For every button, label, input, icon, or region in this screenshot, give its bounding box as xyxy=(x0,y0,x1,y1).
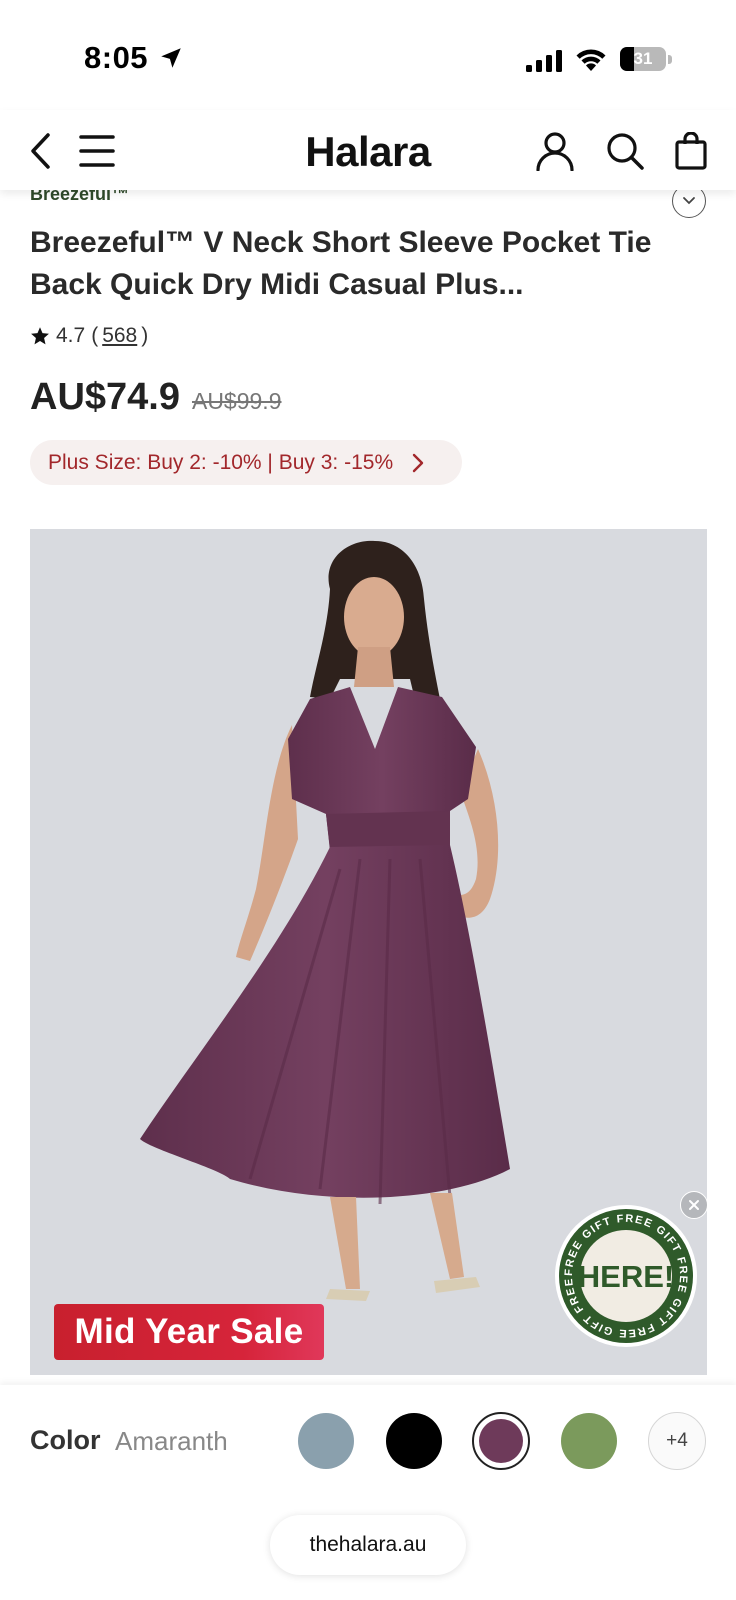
battery-icon: 31 xyxy=(620,47,672,71)
sale-tag: Mid Year Sale xyxy=(54,1304,324,1360)
chevron-right-icon xyxy=(412,453,424,472)
bag-icon[interactable] xyxy=(670,130,712,172)
product-title: Breezeful™ V Neck Short Sleeve Pocket Ti… xyxy=(30,226,652,301)
close-icon[interactable] xyxy=(680,1191,708,1219)
browser-url-bar[interactable]: thehalara.au xyxy=(270,1515,466,1575)
rating-close-paren: ) xyxy=(141,324,149,347)
promo-banner[interactable]: Plus Size: Buy 2: -10% | Buy 3: -15% xyxy=(30,440,462,485)
star-icon xyxy=(31,327,49,345)
menu-icon[interactable] xyxy=(76,130,118,172)
selected-color-name: Amaranth xyxy=(115,1426,228,1456)
free-gift-badge[interactable]: FREE GIFT FREE GIFT FREE GIFT FREE GIFT … xyxy=(553,1203,699,1349)
location-arrow-icon xyxy=(161,48,181,68)
swatch-amaranth[interactable] xyxy=(472,1412,530,1470)
site-header: Halara xyxy=(0,110,736,190)
price-row: AU$74.9 AU$99.9 xyxy=(30,376,282,419)
color-selector-bar: Color Amaranth +4 thehalara.au xyxy=(0,1385,736,1600)
promo-text: Plus Size: Buy 2: -10% | Buy 3: -15% xyxy=(48,450,394,474)
rating-open-paren: ( xyxy=(91,324,99,347)
swatch-sage-green[interactable] xyxy=(560,1412,618,1470)
status-time: 8:05 xyxy=(84,40,149,75)
account-icon[interactable] xyxy=(534,130,576,172)
current-price: AU$74.9 xyxy=(30,376,180,418)
rating-value: 4.7 xyxy=(56,324,86,347)
review-count-link[interactable]: 568 xyxy=(102,324,137,348)
status-bar: 8:05 31 xyxy=(0,0,736,110)
back-icon[interactable] xyxy=(20,130,62,172)
color-label: Color xyxy=(30,1425,101,1455)
search-icon[interactable] xyxy=(604,130,646,172)
more-colors-button[interactable]: +4 xyxy=(648,1412,706,1470)
battery-level: 31 xyxy=(633,49,653,68)
original-price: AU$99.9 xyxy=(191,388,282,414)
gift-badge-main-text: HERE! xyxy=(578,1259,674,1294)
rating-row: 4.7 ( 568 ) xyxy=(30,324,148,348)
cellular-signal-icon xyxy=(526,50,562,72)
swatch-blue-gray[interactable] xyxy=(297,1412,355,1470)
swatch-black[interactable] xyxy=(385,1412,443,1470)
wifi-icon xyxy=(576,49,606,71)
